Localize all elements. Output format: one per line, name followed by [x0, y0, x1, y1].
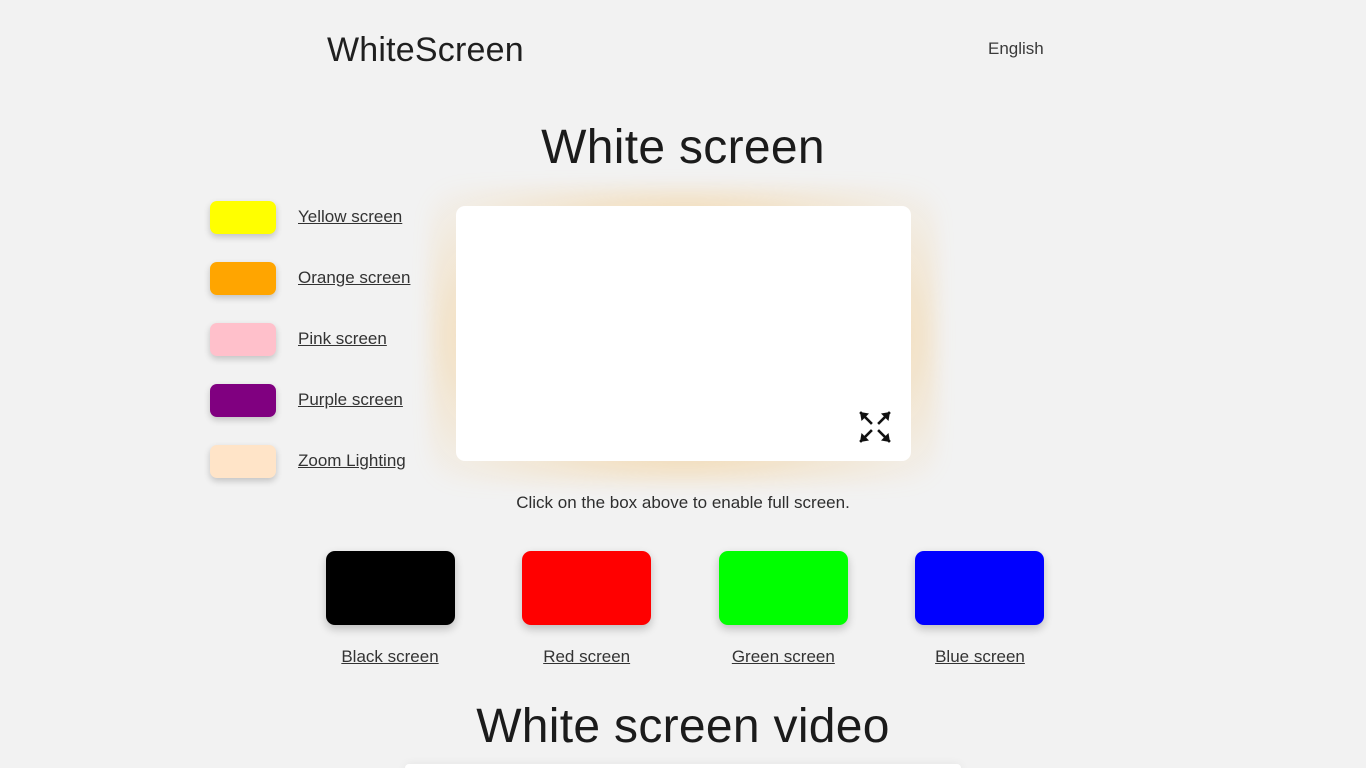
tile-label[interactable]: Green screen [732, 646, 835, 668]
white-screen-box[interactable] [456, 206, 911, 461]
sidebar-item-purple-screen[interactable]: Purple screen [210, 383, 440, 417]
sidebar-item-label[interactable]: Pink screen [298, 328, 387, 350]
sidebar-item-label[interactable]: Yellow screen [298, 206, 402, 228]
color-tile-row: Black screen Red screen Green screen Blu… [310, 551, 1060, 668]
sidebar-item-zoom-lighting[interactable]: Zoom Lighting [210, 444, 440, 478]
sidebar-item-pink-screen[interactable]: Pink screen [210, 322, 440, 356]
tile-label[interactable]: Blue screen [935, 646, 1025, 668]
swatch-purple[interactable] [210, 383, 276, 417]
language-selector[interactable]: English [988, 38, 1044, 60]
video-player-top-edge[interactable] [405, 764, 961, 768]
brand-logo[interactable]: WhiteScreen [327, 29, 524, 71]
tile-swatch-green[interactable] [718, 551, 848, 625]
tile-blue-screen[interactable]: Blue screen [900, 551, 1060, 668]
tile-label[interactable]: Red screen [543, 646, 630, 668]
swatch-zoom-lighting[interactable] [210, 444, 276, 478]
tile-black-screen[interactable]: Black screen [310, 551, 470, 668]
sidebar-item-label[interactable]: Zoom Lighting [298, 450, 406, 472]
tile-swatch-black[interactable] [325, 551, 455, 625]
tile-swatch-blue[interactable] [915, 551, 1045, 625]
sidebar-item-label[interactable]: Purple screen [298, 389, 403, 411]
tile-label[interactable]: Black screen [341, 646, 438, 668]
tile-green-screen[interactable]: Green screen [703, 551, 863, 668]
video-section-title: White screen video [476, 700, 890, 753]
sidebar-item-label[interactable]: Orange screen [298, 267, 410, 289]
sidebar-item-orange-screen[interactable]: Orange screen [210, 261, 440, 295]
swatch-pink[interactable] [210, 322, 276, 356]
site-header: WhiteScreen English [0, 0, 1366, 100]
page-title: White screen [541, 121, 825, 174]
tile-swatch-red[interactable] [522, 551, 652, 625]
swatch-orange[interactable] [210, 261, 276, 295]
sidebar-color-list: Yellow screen Orange screen Pink screen … [210, 200, 440, 505]
white-screen-stage [430, 188, 937, 483]
tile-red-screen[interactable]: Red screen [507, 551, 667, 668]
swatch-yellow[interactable] [210, 200, 276, 234]
expand-arrows-icon[interactable] [855, 407, 895, 447]
sidebar-item-yellow-screen[interactable]: Yellow screen [210, 200, 440, 234]
fullscreen-hint: Click on the box above to enable full sc… [516, 493, 850, 512]
